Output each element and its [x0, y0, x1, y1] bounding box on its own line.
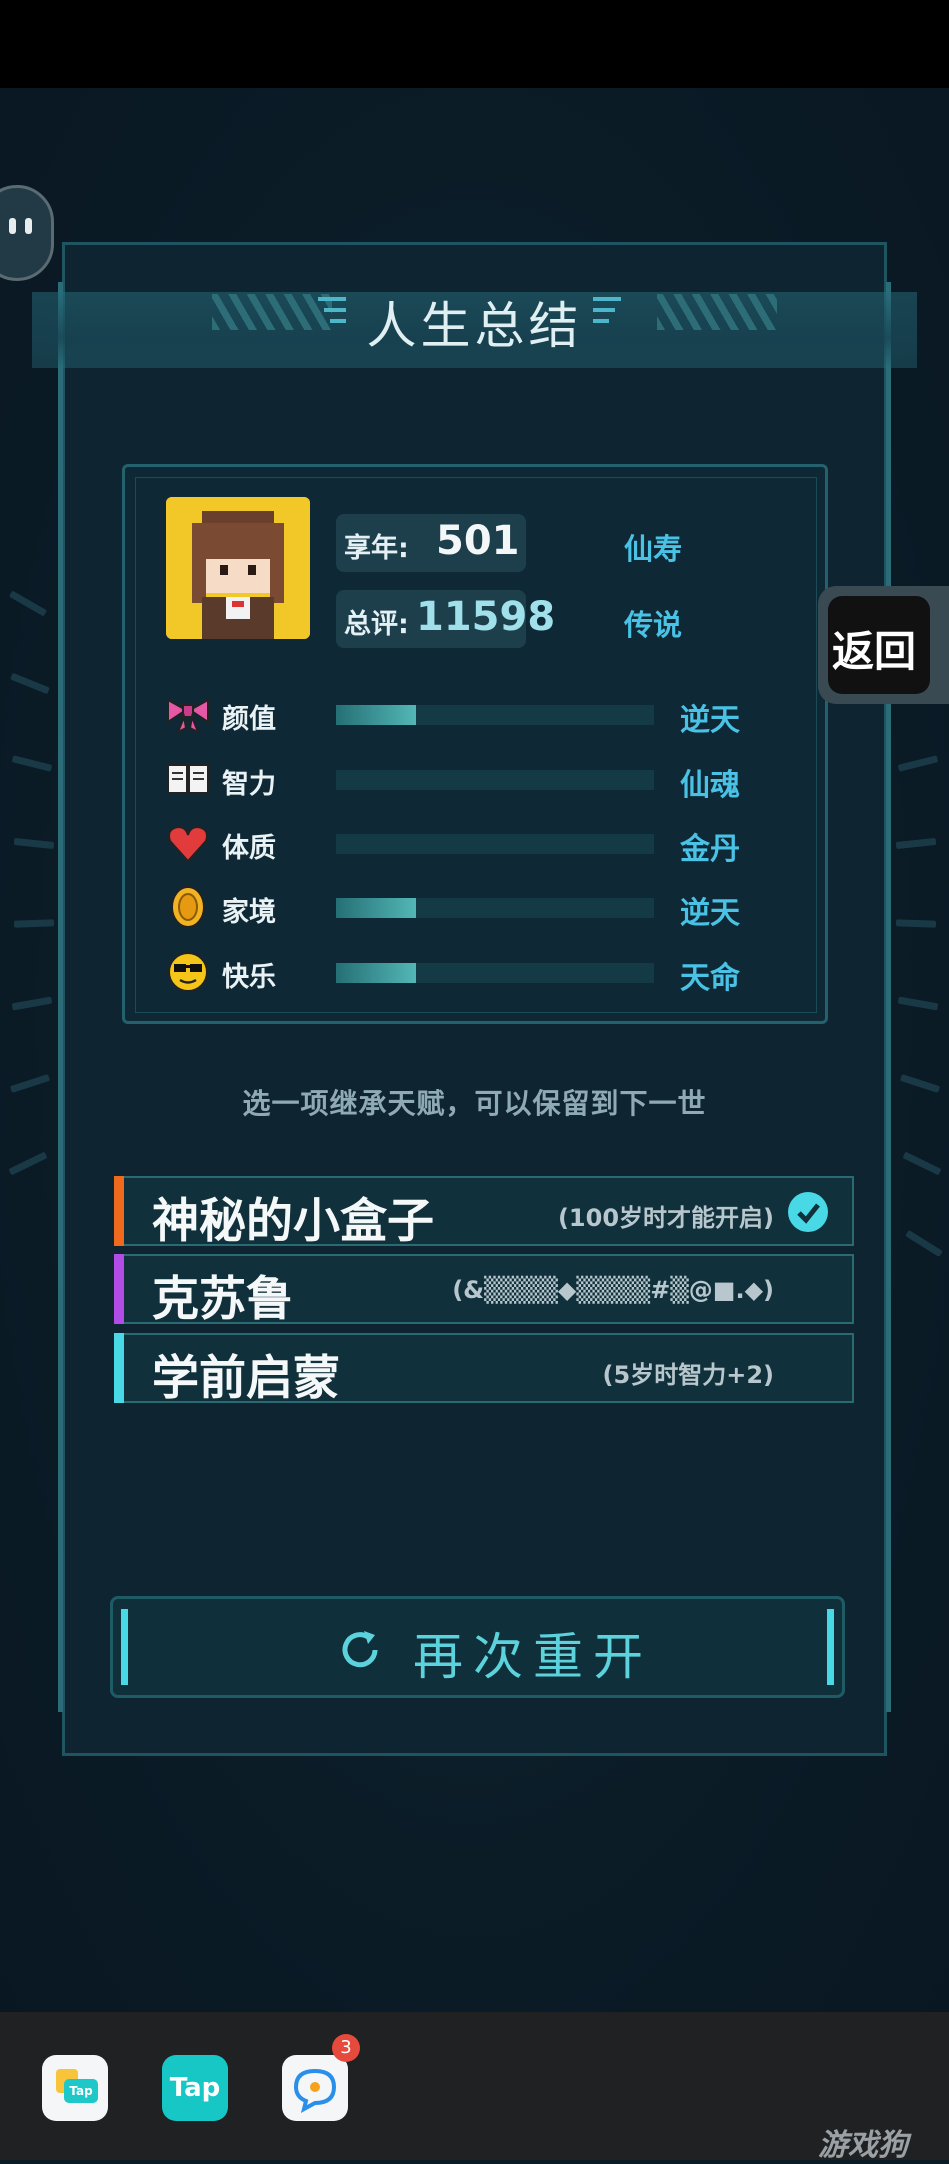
chat-app-icon[interactable]	[282, 2055, 348, 2121]
avatar	[166, 497, 310, 639]
talent-color-bar	[114, 1333, 124, 1403]
app-dock	[0, 2012, 949, 2160]
sunglasses-face-icon	[168, 952, 208, 992]
attribute-row: 体质 金丹	[166, 818, 766, 868]
age-pill: 享年: 501	[336, 514, 526, 572]
status-bar	[0, 0, 949, 88]
restart-button[interactable]: 再次重开	[110, 1596, 845, 1698]
attribute-name: 体质	[222, 833, 276, 864]
eye-icon	[9, 218, 16, 234]
talent-option[interactable]: 学前启蒙 (5岁时智力+2)	[114, 1333, 854, 1406]
attribute-name: 快乐	[222, 962, 276, 993]
attribute-level: 仙魂	[680, 768, 740, 803]
attribute-name: 智力	[222, 769, 276, 800]
attribute-bar	[336, 898, 654, 918]
back-button[interactable]: 返回	[818, 586, 949, 704]
attribute-bar-fill	[336, 898, 416, 918]
talent-name: 克苏鲁	[152, 1272, 293, 1327]
pixel-character-icon	[166, 497, 310, 639]
age-rank: 仙寿	[624, 532, 683, 566]
refresh-icon	[342, 1631, 378, 1668]
attribute-bar-fill	[336, 963, 416, 983]
eye-icon	[25, 218, 32, 234]
attribute-bar	[336, 770, 654, 790]
talent-option[interactable]: 克苏鲁 (&▒▒▒▒◆▒▒▒▒#▒@■.◆)	[114, 1254, 854, 1327]
back-label: 返回	[832, 627, 917, 676]
attribute-level: 金丹	[680, 832, 740, 867]
bow-icon	[167, 698, 209, 735]
attribute-bar	[336, 834, 654, 854]
age-label: 享年:	[344, 533, 409, 564]
score-label: 总评:	[344, 609, 409, 640]
attribute-name: 家境	[222, 897, 276, 928]
tap-app-icon[interactable]: Tap	[162, 2055, 228, 2121]
summary-panel: 人生总结 享年: 501 仙寿 总评: 11598 传说 颜值 逆天 智力 仙魂…	[32, 242, 917, 1756]
check-icon	[788, 1192, 828, 1232]
attribute-level: 逆天	[680, 703, 740, 738]
heart-icon	[168, 825, 208, 863]
attribute-bar-fill	[336, 705, 416, 725]
attribute-bar	[336, 963, 654, 983]
title-stripes-right	[657, 294, 777, 330]
coin-icon	[171, 886, 205, 928]
attribute-row: 快乐 天命	[166, 947, 766, 997]
attribute-row: 颜值 逆天	[166, 689, 766, 739]
attribute-name: 颜值	[222, 704, 276, 735]
floating-assistant-button[interactable]	[0, 185, 54, 281]
attribute-level: 天命	[680, 961, 740, 996]
attribute-bar	[336, 705, 654, 725]
files-app-icon[interactable]: Tap	[42, 2055, 108, 2121]
talent-desc: (100岁时才能开启)	[557, 1204, 774, 1232]
attribute-row: 家境 逆天	[166, 882, 766, 932]
score-rank: 传说	[624, 608, 683, 642]
panel-edge-right	[886, 282, 891, 1712]
book-icon	[167, 764, 209, 794]
talent-option[interactable]: 神秘的小盒子 (100岁时才能开启)	[114, 1176, 854, 1249]
talent-color-bar	[114, 1254, 124, 1324]
talent-desc: (5岁时智力+2)	[602, 1361, 774, 1389]
score-value: 11598	[416, 594, 556, 640]
talent-name: 神秘的小盒子	[152, 1194, 434, 1249]
attribute-level: 逆天	[680, 896, 740, 931]
talent-name: 学前启蒙	[152, 1351, 340, 1406]
attribute-row: 智力 仙魂	[166, 754, 766, 804]
watermark: 游戏狗	[818, 2128, 908, 2163]
score-pill: 总评: 11598	[336, 590, 555, 648]
talent-color-bar	[114, 1176, 124, 1246]
notification-badge: 3	[332, 2034, 360, 2062]
age-value: 501	[436, 518, 520, 564]
panel-title: 人生总结	[366, 297, 583, 355]
panel-edge-left	[58, 282, 63, 1712]
restart-label: 再次重开	[413, 1628, 653, 1686]
talent-desc: (&▒▒▒▒◆▒▒▒▒#▒@■.◆)	[452, 1276, 774, 1304]
inherit-hint: 选一项继承天赋，可以保留到下一世	[242, 1087, 707, 1120]
